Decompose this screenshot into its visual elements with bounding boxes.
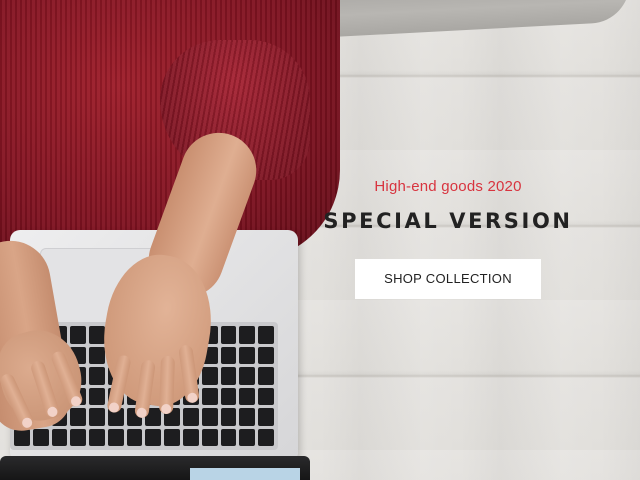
- keyboard-key: [239, 346, 256, 364]
- keyboard-key: [201, 408, 218, 426]
- keyboard-key: [258, 387, 274, 405]
- keyboard-key: [89, 408, 105, 426]
- fingernail: [136, 407, 148, 419]
- keyboard-key: [89, 346, 105, 364]
- keyboard-key: [239, 326, 256, 344]
- keyboard-key: [32, 428, 49, 446]
- fingernail: [108, 401, 120, 414]
- keyboard-key: [89, 326, 105, 344]
- keyboard-key: [183, 408, 199, 426]
- keyboard-key: [220, 428, 237, 446]
- keyboard-key: [220, 346, 237, 364]
- hero-banner: High-end goods 2020 SPECIAL VERSION SHOP…: [0, 0, 640, 480]
- laptop-screen: [190, 468, 300, 480]
- keyboard-key: [70, 428, 87, 446]
- keyboard-key: [201, 428, 218, 446]
- fingernail: [160, 403, 172, 415]
- keyboard-key: [258, 408, 274, 426]
- keyboard-key: [145, 428, 162, 446]
- keyboard-key: [183, 428, 199, 446]
- keyboard-key: [70, 408, 87, 426]
- keyboard-key: [239, 367, 256, 385]
- keyboard-key: [126, 428, 143, 446]
- keyboard-key: [89, 367, 105, 385]
- keyboard-key: [51, 428, 68, 446]
- keyboard-key: [220, 367, 237, 385]
- hero-headline: SPECIAL VERSION: [323, 209, 573, 233]
- keyboard-key: [201, 387, 218, 405]
- keyboard-key: [201, 367, 218, 385]
- keyboard-key: [89, 387, 105, 405]
- keyboard-key: [220, 408, 237, 426]
- keyboard-key: [239, 428, 256, 446]
- shop-collection-button[interactable]: SHOP COLLECTION: [355, 259, 541, 299]
- keyboard-key: [258, 428, 274, 446]
- finger: [158, 355, 176, 415]
- keyboard-key: [239, 408, 256, 426]
- keyboard-key: [258, 367, 274, 385]
- hero-copy: High-end goods 2020 SPECIAL VERSION SHOP…: [300, 178, 596, 299]
- keyboard-key: [14, 428, 30, 446]
- keyboard-key: [220, 387, 237, 405]
- keyboard-key: [89, 428, 105, 446]
- keyboard-key: [164, 428, 181, 446]
- keyboard-key: [258, 326, 274, 344]
- keyboard-key: [107, 428, 124, 446]
- keyboard-key: [239, 387, 256, 405]
- hero-tagline: High-end goods 2020: [374, 178, 522, 195]
- keyboard-key: [220, 326, 237, 344]
- keyboard-key: [70, 326, 87, 344]
- keyboard-key: [258, 346, 274, 364]
